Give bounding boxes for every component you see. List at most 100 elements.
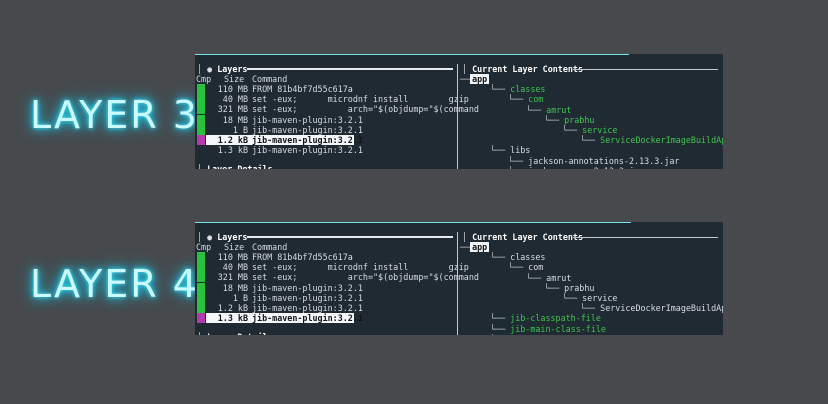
tree-connector: └── (490, 145, 511, 156)
tree-connector: └── (490, 313, 511, 324)
layer-change-indicator (197, 84, 205, 94)
tree-node[interactable]: └── amrut (526, 105, 571, 115)
tree-connector: └── (508, 94, 529, 105)
tree-node-label: ServiceDockerImageBuildAppli (600, 135, 723, 146)
header-bracket: │ (197, 232, 208, 242)
layers-pane-header: │ ● Layers (197, 232, 247, 242)
tree-node-label: ServiceDockerImageBuildAppli (600, 303, 723, 314)
tree-node-label: prabhu (564, 114, 595, 125)
layer-command: set -eux; microdnf install gzip (252, 262, 469, 273)
tree-node[interactable]: └── libs (490, 145, 530, 155)
tree-node[interactable]: └── service (562, 125, 617, 135)
tree-connector: └── (508, 262, 529, 273)
layer-size: 1.3 kB (217, 145, 248, 156)
header-bracket: │ (462, 64, 473, 74)
tree-connector: └── (508, 155, 529, 166)
layer-size: 1.2 kB (217, 303, 248, 313)
contents-header-rule (573, 69, 718, 70)
layer-row[interactable]: 40 MB set -eux; microdnf install gzip (195, 262, 469, 273)
layer-details-title: Layer Details (207, 332, 273, 335)
layer-row[interactable]: 1.2 kB jib-maven-plugin:3.2.1 (195, 135, 457, 145)
tree-connector: └── (490, 84, 511, 95)
tree-node[interactable]: └── amrut (526, 273, 571, 283)
tree-node[interactable]: └── prabhu (544, 115, 594, 125)
tree-node[interactable]: └── jib-main-class-file (490, 324, 606, 334)
layers-pane[interactable]: │ ● Layers Cmp Size Command 110 MB FROM 81b4b… (195, 54, 479, 169)
tree-node-label: jib-main-class-file (510, 323, 606, 334)
tree-node-label: service (582, 125, 618, 135)
layers-column-header: Cmp Size Command (195, 242, 455, 252)
layer-row[interactable]: 1.3 kB jib-maven-plugin:3.2.1 (195, 313, 457, 324)
tree-connector: └── (562, 125, 583, 135)
layer-change-indicator (197, 292, 205, 303)
selected-layer-highlight[interactable]: 1.2 kB jib-maven-plugin:3.2.1 (206, 135, 363, 145)
layer-command: jib-maven-plugin:3.2.1 (252, 145, 363, 156)
layer-row[interactable]: 321 MB set -eux; arch="$(objdump="$(comma… (195, 272, 479, 283)
selected-layer-highlight[interactable]: 1.3 kB jib-maven-plugin:3.2.1 (206, 313, 363, 324)
tree-connector: └── (508, 166, 528, 169)
tree-connector: └── (544, 282, 565, 293)
layer-row[interactable]: 1 B jib-maven-plugin:3.2.1 (195, 292, 457, 303)
contents-pane-header: │ Current Layer Contents (462, 232, 583, 242)
contents-title: Current Layer Contents (472, 64, 584, 74)
tree-node-label: jackson-annotations-2.13.3.jar (528, 155, 680, 166)
layer-row[interactable]: 110 MB FROM 81b4bf7d55c617a (195, 84, 457, 94)
layer-change-indicator (197, 135, 205, 145)
layer-size: 40 MB (222, 94, 248, 105)
layers-header-rule (247, 236, 453, 238)
layer-contents-pane[interactable]: │ Current Layer Contents ── app └── classes… (460, 54, 723, 169)
layer-row[interactable]: 1.2 kB jib-maven-plugin:3.2.1 (195, 303, 457, 313)
layer-label: LAYER 3 (30, 93, 199, 137)
layer-change-indicator (197, 114, 205, 125)
layer-row[interactable]: 18 MB jib-maven-plugin:3.2.1 (195, 282, 457, 293)
tree-node[interactable]: └── jackson-core-2.13.3.jar (508, 166, 644, 169)
layer-change-indicator (197, 104, 205, 115)
terminal-window: │ ● Layers Cmp Size Command 110 MB FROM 81b4b… (195, 222, 723, 335)
layer-size: 18 MB (222, 282, 248, 293)
tree-node-label: com (528, 262, 544, 273)
tree-connector: └── (490, 334, 510, 335)
column-size: Size (224, 74, 245, 84)
tree-connector: └── (490, 323, 511, 334)
layer-row[interactable]: 1.3 kB jib-maven-plugin:3.2.1 (195, 145, 457, 155)
layer-command: jib-maven-plugin:3.2.1 (252, 124, 363, 135)
layers-pane[interactable]: │ ● Layers Cmp Size Command 110 MB FROM 81b4b… (195, 222, 479, 335)
column-cmp: Cmp (196, 74, 212, 84)
tree-node[interactable]: └── classes (490, 252, 545, 262)
tree-node[interactable]: └── ServiceDockerImageBuildAppli (580, 135, 723, 145)
tree-node-label: amrut (546, 104, 572, 115)
header-bracket: │ (197, 332, 207, 335)
active-pane-dot-icon: ● (207, 64, 218, 74)
tree-node[interactable]: └── com (508, 262, 543, 272)
active-pane-dot-icon: ● (207, 232, 218, 242)
layer-row[interactable]: 1 B jib-maven-plugin:3.2.1 (195, 124, 457, 135)
layer-contents-pane[interactable]: │ Current Layer Contents ── app └── classes… (460, 222, 723, 335)
tree-node[interactable]: └── service (562, 293, 617, 303)
tree-node[interactable]: ── app (460, 242, 490, 252)
layer-details-header: │ Layer Details (197, 332, 273, 335)
tree-node-label: jib-classpath-file (510, 313, 601, 324)
tree-node[interactable]: └── com (508, 94, 543, 104)
tree-node[interactable]: ── app (460, 74, 490, 84)
layer-row[interactable]: 18 MB jib-maven-plugin:3.2.1 (195, 114, 457, 125)
tree-node-label: service (582, 293, 618, 303)
layers-title: Layers (217, 64, 248, 74)
tree-node[interactable]: └── ServiceDockerImageBuildAppli (580, 303, 723, 313)
tree-node[interactable]: └── jib-classpath-file (490, 313, 601, 323)
layer-row[interactable]: 110 MB FROM 81b4bf7d55c617a (195, 252, 457, 262)
tree-connector: └── (580, 135, 601, 146)
layer-size: 321 MB (217, 272, 248, 283)
layer-change-indicator (197, 124, 205, 135)
layer-size: 1 B (232, 124, 248, 135)
tree-node[interactable]: └── libs (490, 334, 530, 335)
column-cmp: Cmp (196, 242, 212, 252)
layer-row[interactable]: 40 MB set -eux; microdnf install gzip (195, 94, 469, 105)
layer-command: set -eux; arch="$(objdump="$(command (252, 104, 479, 115)
tree-node[interactable]: └── classes (490, 84, 545, 94)
layer-command: jib-maven-plugin:3.2.1 (252, 303, 363, 313)
layer-size: 1.2 kB (217, 135, 248, 145)
tree-node[interactable]: └── jackson-annotations-2.13.3.jar (508, 156, 679, 166)
layer-command: set -eux; microdnf install gzip (252, 94, 469, 105)
tree-node[interactable]: └── prabhu (544, 283, 594, 293)
layer-row[interactable]: 321 MB set -eux; arch="$(objdump="$(comma… (195, 104, 479, 115)
